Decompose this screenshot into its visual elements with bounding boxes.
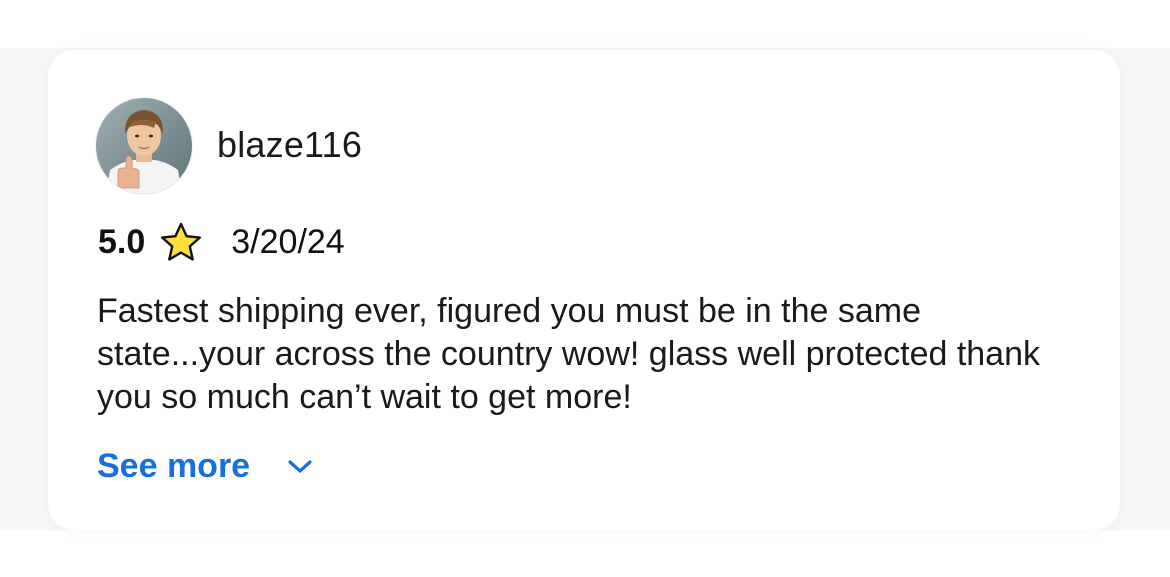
review-date: 3/20/24 bbox=[231, 222, 345, 261]
review-text: Fastest shipping ever, figured you must … bbox=[97, 292, 1041, 416]
reviewer-avatar[interactable] bbox=[96, 98, 192, 194]
rating-row: 5.0 3/20/24 bbox=[98, 222, 345, 262]
review-card: blaze116 5.0 3/20/24 Fastest shipping ev… bbox=[48, 50, 1120, 530]
see-more-label[interactable]: See more bbox=[97, 447, 250, 486]
star-icon bbox=[159, 221, 203, 263]
chevron-down-icon[interactable] bbox=[286, 457, 314, 475]
reviewer-username[interactable]: blaze116 bbox=[217, 124, 362, 166]
avatar-photo-icon bbox=[96, 98, 192, 194]
see-more-button[interactable]: See more bbox=[97, 445, 314, 487]
rating-value: 5.0 bbox=[98, 222, 146, 261]
